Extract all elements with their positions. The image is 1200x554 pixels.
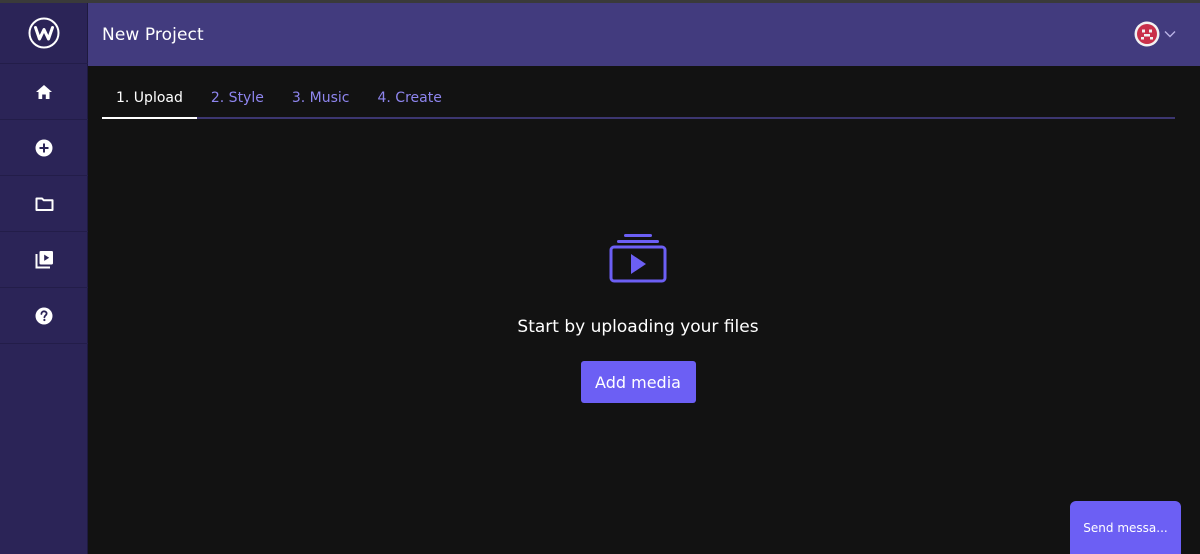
tab-create[interactable]: 4. Create — [364, 84, 456, 119]
tab-upload[interactable]: 1. Upload — [102, 84, 197, 119]
sidebar-item-help[interactable] — [0, 288, 88, 344]
sidebar-item-new-project[interactable] — [0, 120, 88, 176]
folder-icon — [35, 197, 53, 211]
tab-music[interactable]: 3. Music — [278, 84, 364, 119]
sidebar — [0, 3, 88, 554]
media-upload-icon — [609, 234, 667, 283]
step-tabs: 1. Upload 2. Style 3. Music 4. Create — [102, 84, 1175, 119]
page-title: New Project — [102, 24, 204, 45]
add-media-button[interactable]: Add media — [580, 361, 696, 403]
account-menu[interactable] — [1134, 21, 1176, 47]
help-icon — [35, 307, 53, 324]
tab-style[interactable]: 2. Style — [197, 84, 278, 119]
logo-icon — [28, 17, 60, 49]
video-library-icon — [35, 251, 53, 269]
upload-panel: Start by uploading your files Add media — [88, 119, 1188, 449]
sidebar-item-media-library[interactable] — [0, 232, 88, 288]
avatar — [1134, 21, 1160, 47]
add-circle-icon — [35, 139, 53, 156]
sidebar-item-home[interactable] — [0, 64, 88, 120]
sidebar-logo[interactable] — [0, 3, 88, 64]
home-icon — [36, 84, 52, 99]
top-header: New Project — [88, 3, 1200, 66]
send-message-button[interactable]: Send messa... — [1070, 501, 1181, 554]
upload-prompt: Start by uploading your files — [517, 317, 759, 337]
app-window: New Project 1. Upload 2. Style 3. Music … — [0, 0, 1200, 554]
chevron-down-icon — [1164, 31, 1176, 38]
sidebar-item-projects[interactable] — [0, 176, 88, 232]
